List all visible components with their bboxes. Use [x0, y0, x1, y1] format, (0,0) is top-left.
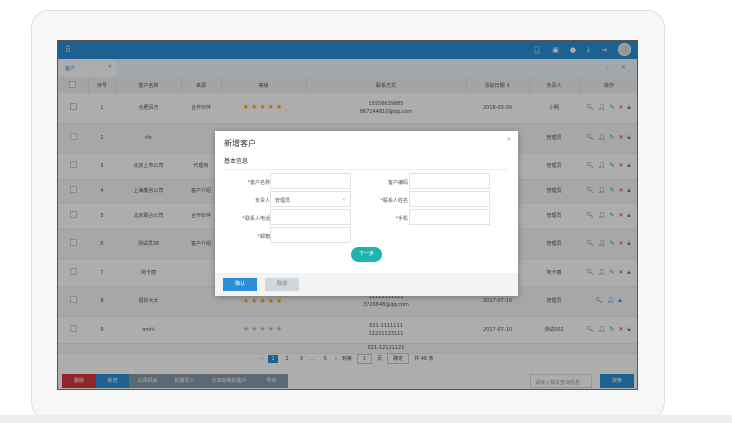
modal-footer: 确认 取消: [215, 273, 518, 296]
confirm-button[interactable]: 确认: [223, 278, 257, 291]
mobile-label: *手机: [395, 216, 408, 222]
customer-code-label: 客户编码: [387, 180, 408, 186]
next-step-button[interactable]: 下一步: [351, 247, 382, 262]
owner-select[interactable]: 管理员 ⌄: [270, 191, 351, 207]
owner-value: 管理员: [275, 198, 291, 204]
customer-code-input[interactable]: [409, 173, 490, 189]
mobile-input[interactable]: [409, 209, 490, 225]
contact-phone-label: *联系人电话: [242, 216, 270, 222]
section-title: 基本信息: [224, 156, 509, 170]
contact-name-label: *联系人姓名: [380, 198, 408, 204]
cancel-button[interactable]: 取消: [265, 278, 299, 291]
customer-name-label: *客户名称: [247, 180, 270, 186]
laptop-base: [0, 415, 732, 423]
contact-phone-input[interactable]: [270, 209, 351, 225]
app-screen: ⠿ 👤︎ ▣ ● ⤓ ⇥ 客户 × – × 序号 客户名称 来源 等级 联系方式 …: [57, 40, 638, 390]
contact-name-input[interactable]: [409, 191, 490, 207]
email-label: *邮箱: [257, 234, 270, 240]
close-icon[interactable]: ×: [506, 135, 512, 143]
email-input[interactable]: [270, 227, 351, 243]
modal-title: 新增客户: [224, 139, 256, 148]
customer-name-input[interactable]: [270, 173, 351, 189]
add-customer-modal: 新增客户 × 基本信息 *客户名称 客户编码 负责人 管理员 ⌄ *联系人姓名 *…: [215, 131, 518, 296]
owner-label: 负责人: [254, 198, 270, 204]
chevron-down-icon: ⌄: [341, 196, 346, 202]
